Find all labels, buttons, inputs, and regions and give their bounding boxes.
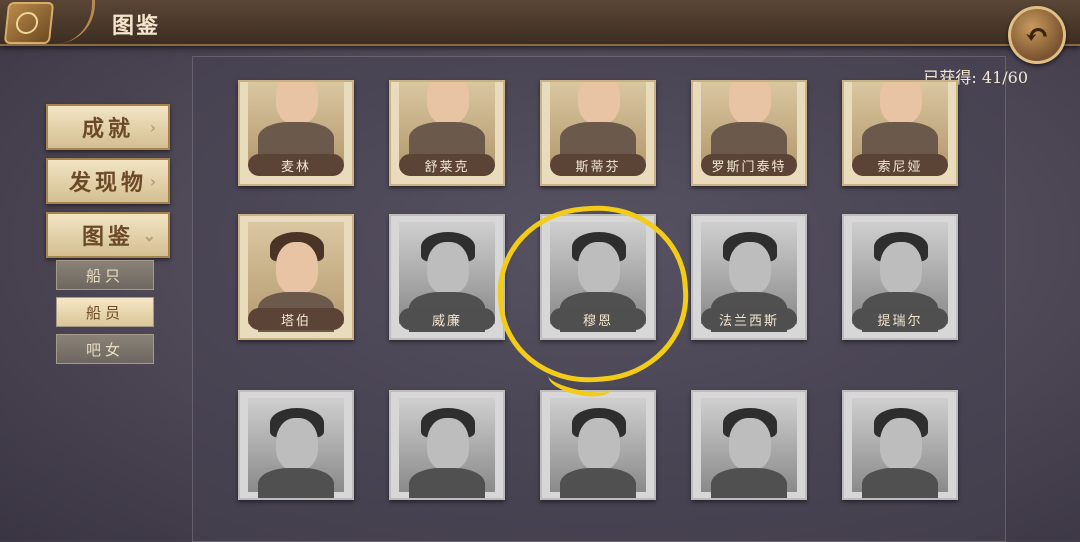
crew-portrait — [399, 82, 495, 162]
crew-card[interactable] — [842, 390, 958, 500]
crew-name: 麦林 — [248, 154, 344, 176]
crew-card[interactable]: 斯蒂芬 — [540, 80, 656, 186]
crew-card[interactable]: 法兰西斯 — [691, 214, 807, 340]
submenu-ships-button[interactable]: 船只 — [56, 260, 154, 290]
crew-name: 塔伯 — [248, 308, 344, 330]
menu-label: 图鉴 — [81, 224, 134, 250]
crew-name: 法兰西斯 — [701, 308, 797, 330]
title-decoration — [52, 0, 95, 44]
crew-card[interactable]: 索尼娅 — [842, 80, 958, 186]
crew-portrait — [550, 398, 646, 498]
menu-label: 发现物 — [68, 170, 147, 196]
crew-card[interactable] — [691, 390, 807, 500]
back-button[interactable]: ↶ — [1008, 6, 1066, 64]
crew-name: 罗斯门泰特 — [701, 154, 797, 176]
crew-portrait — [852, 398, 948, 498]
back-arrow-icon: ↶ — [1024, 17, 1050, 53]
crew-portrait — [248, 82, 344, 162]
crew-card[interactable]: 舒莱克 — [389, 80, 505, 186]
crew-name: 提瑞尔 — [852, 308, 948, 330]
book-icon[interactable] — [3, 2, 55, 44]
crew-portrait — [248, 398, 344, 498]
submenu-crew-button[interactable]: 船员 — [56, 297, 154, 327]
crew-card[interactable] — [238, 390, 354, 500]
chevron-down-icon: ⌄ — [142, 225, 160, 245]
crew-portrait — [701, 82, 797, 162]
chevron-right-icon: › — [149, 171, 160, 191]
crew-card[interactable] — [389, 390, 505, 500]
crew-name: 索尼娅 — [852, 154, 948, 176]
crew-card[interactable]: 提瑞尔 — [842, 214, 958, 340]
crew-name: 舒莱克 — [399, 154, 495, 176]
chevron-right-icon: › — [149, 117, 160, 137]
menu-label: 成就 — [81, 116, 134, 142]
crew-name: 威廉 — [399, 308, 495, 330]
crew-card[interactable]: 塔伯 — [238, 214, 354, 340]
submenu-barmaids-button[interactable]: 吧女 — [56, 334, 154, 364]
menu-codex-button[interactable]: 图鉴 ⌄ — [46, 212, 170, 258]
crew-portrait — [701, 398, 797, 498]
crew-card[interactable]: 麦林 — [238, 80, 354, 186]
page-title: 图鉴 — [112, 13, 161, 39]
crew-card[interactable] — [540, 390, 656, 500]
top-bar: 图鉴 — [0, 0, 1080, 46]
crew-name: 斯蒂芬 — [550, 154, 646, 176]
menu-achievements-button[interactable]: 成就 › — [46, 104, 170, 150]
crew-card[interactable]: 威廉 — [389, 214, 505, 340]
crew-portrait — [550, 82, 646, 162]
crew-card[interactable]: 罗斯门泰特 — [691, 80, 807, 186]
menu-discoveries-button[interactable]: 发现物 › — [46, 158, 170, 204]
crew-portrait — [852, 82, 948, 162]
crew-portrait — [399, 398, 495, 498]
